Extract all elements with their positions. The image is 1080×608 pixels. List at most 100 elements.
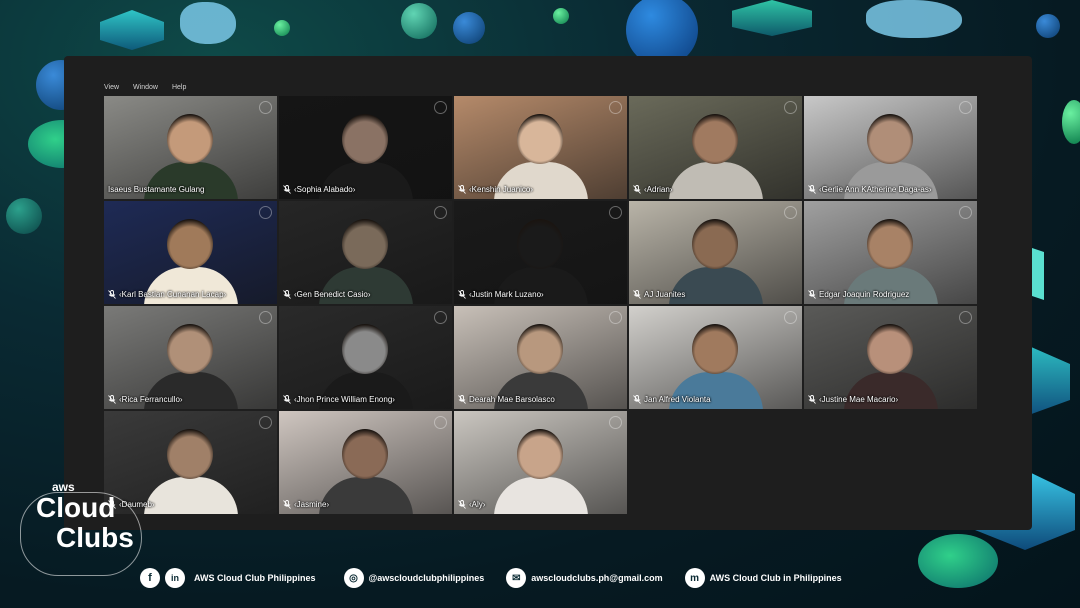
pin-video-icon[interactable] (434, 101, 447, 114)
participant-name-label: Dearah Mae Barsolasco (454, 393, 560, 406)
participant-name-label: ‹Justin Mark Luzano› (454, 288, 549, 301)
participant-name-label: Jan Alfred Violanta (629, 393, 716, 406)
participant-name: Dearah Mae Barsolasco (469, 395, 555, 404)
participant-name-label: ‹Jhon Prince William Enong› (279, 393, 400, 406)
participant-name-label: ‹Aly› (454, 498, 490, 511)
video-grid: Isaeus Bustamante Gulang ‹Sophia Alabado›… (104, 96, 978, 517)
participant-name-label: ‹Gen Benedict Casio› (279, 288, 375, 301)
participant-tile[interactable]: ‹Jasmine› (279, 411, 452, 514)
participant-tile[interactable]: ‹Gen Benedict Casio› (279, 201, 452, 304)
participant-tile[interactable]: ‹Karl Bastian Cunanan Lacap› (104, 201, 277, 304)
menu-help[interactable]: Help (172, 84, 186, 96)
footer-email-text[interactable]: awscloudclubs.ph@gmail.com (531, 573, 662, 583)
footer-meetup-text[interactable]: AWS Cloud Club in Philippines (710, 573, 842, 583)
muted-mic-icon (283, 290, 291, 299)
participant-tile[interactable]: ‹Justin Mark Luzano› (454, 201, 627, 304)
participant-tile[interactable]: ‹Rica Ferrancullo› (104, 306, 277, 409)
participant-head (167, 429, 213, 479)
muted-mic-icon (633, 395, 641, 404)
participant-tile[interactable]: Jan Alfred Violanta (629, 306, 802, 409)
bubble-decoration (553, 8, 569, 24)
participant-name: ‹Rica Ferrancullo› (119, 395, 183, 404)
participant-tile[interactable]: ‹Adrian› (629, 96, 802, 199)
facebook-icon[interactable]: f (140, 568, 160, 588)
pin-video-icon[interactable] (434, 206, 447, 219)
participant-tile[interactable]: Edgar Joaquin Rodriguez (804, 201, 977, 304)
participant-tile[interactable]: ‹Gerlie Ann KAtherine Daga-as› (804, 96, 977, 199)
pin-video-icon[interactable] (259, 311, 272, 324)
participant-head (167, 114, 213, 164)
participant-head (167, 324, 213, 374)
participant-head (517, 219, 563, 269)
participant-name: ‹Jasmine› (294, 500, 330, 509)
participant-name: Isaeus Bustamante Gulang (108, 185, 205, 194)
participant-name-label: ‹Jasmine› (279, 498, 334, 511)
participant-head (517, 324, 563, 374)
participant-name: ‹Gerlie Ann KAtherine Daga-as› (819, 185, 932, 194)
instagram-icon[interactable]: ◎ (343, 568, 364, 588)
participant-tile[interactable]: ‹Justine Mae Macario› (804, 306, 977, 409)
participant-name-label: ‹Rica Ferrancullo› (104, 393, 188, 406)
cloud-decoration (180, 2, 236, 44)
participant-name: ‹Kenshin Juanico› (469, 185, 534, 194)
menu-view[interactable]: View (104, 84, 119, 96)
participant-tile[interactable]: Dearah Mae Barsolasco (454, 306, 627, 409)
participant-body (669, 162, 763, 199)
participant-name-label: Isaeus Bustamante Gulang (104, 183, 210, 196)
bubble-decoration (274, 20, 290, 36)
participant-name: ‹Justine Mae Macario› (819, 395, 899, 404)
logo-line2: Clubs (56, 522, 134, 553)
participant-name: Jan Alfred Violanta (644, 395, 711, 404)
menu-window[interactable]: Window (133, 84, 158, 96)
participant-tile[interactable]: ‹Kenshin Juanico› (454, 96, 627, 199)
muted-mic-icon (283, 395, 291, 404)
email-icon[interactable]: ✉ (506, 568, 527, 588)
participant-name-label: ‹Sophia Alabado› (279, 183, 360, 196)
muted-mic-icon (108, 395, 116, 404)
pin-video-icon[interactable] (959, 206, 972, 219)
footer-facebook-linkedin-text[interactable]: AWS Cloud Club Philippines (194, 573, 316, 583)
muted-mic-icon (458, 395, 466, 404)
pin-video-icon[interactable] (609, 101, 622, 114)
pin-video-icon[interactable] (434, 416, 447, 429)
participant-name: ‹Sophia Alabado› (294, 185, 356, 194)
participant-name-label: AJ Juanites (629, 288, 690, 301)
pin-video-icon[interactable] (434, 311, 447, 324)
logo-line1: Cloud (36, 492, 116, 523)
participant-name: ‹Adrian› (644, 185, 673, 194)
pin-video-icon[interactable] (609, 206, 622, 219)
pin-video-icon[interactable] (784, 206, 797, 219)
pin-video-icon[interactable] (259, 101, 272, 114)
muted-mic-icon (458, 290, 466, 299)
aws-cloud-clubs-logo: aws Cloud Clubs (14, 478, 144, 588)
participant-name-label: ‹Justine Mae Macario› (804, 393, 903, 406)
pin-video-icon[interactable] (259, 416, 272, 429)
linkedin-icon[interactable]: in (165, 568, 185, 588)
participant-tile[interactable]: Isaeus Bustamante Gulang (104, 96, 277, 199)
muted-mic-icon (808, 185, 816, 194)
pin-video-icon[interactable] (609, 311, 622, 324)
participant-tile[interactable]: ‹Aly› (454, 411, 627, 514)
participant-tile[interactable]: ‹Sophia Alabado› (279, 96, 452, 199)
participant-head (692, 219, 738, 269)
pin-video-icon[interactable] (959, 101, 972, 114)
menu-bar: View Window Help (104, 84, 186, 96)
pin-video-icon[interactable] (784, 101, 797, 114)
meetup-icon[interactable]: m (684, 568, 705, 588)
participant-name-label: Edgar Joaquin Rodriguez (804, 288, 914, 301)
muted-mic-icon (808, 290, 816, 299)
muted-mic-icon (283, 500, 291, 509)
participant-name: AJ Juanites (644, 290, 686, 299)
participant-head (692, 114, 738, 164)
participant-head (167, 219, 213, 269)
participant-tile[interactable]: ‹Jhon Prince William Enong› (279, 306, 452, 409)
muted-mic-icon (633, 290, 641, 299)
participant-tile[interactable]: AJ Juanites (629, 201, 802, 304)
pin-video-icon[interactable] (959, 311, 972, 324)
pin-video-icon[interactable] (784, 311, 797, 324)
footer-instagram-text[interactable]: @awscloudclubphilippines (369, 573, 485, 583)
participant-head (342, 219, 388, 269)
pin-video-icon[interactable] (259, 206, 272, 219)
participant-head (517, 114, 563, 164)
pin-video-icon[interactable] (609, 416, 622, 429)
